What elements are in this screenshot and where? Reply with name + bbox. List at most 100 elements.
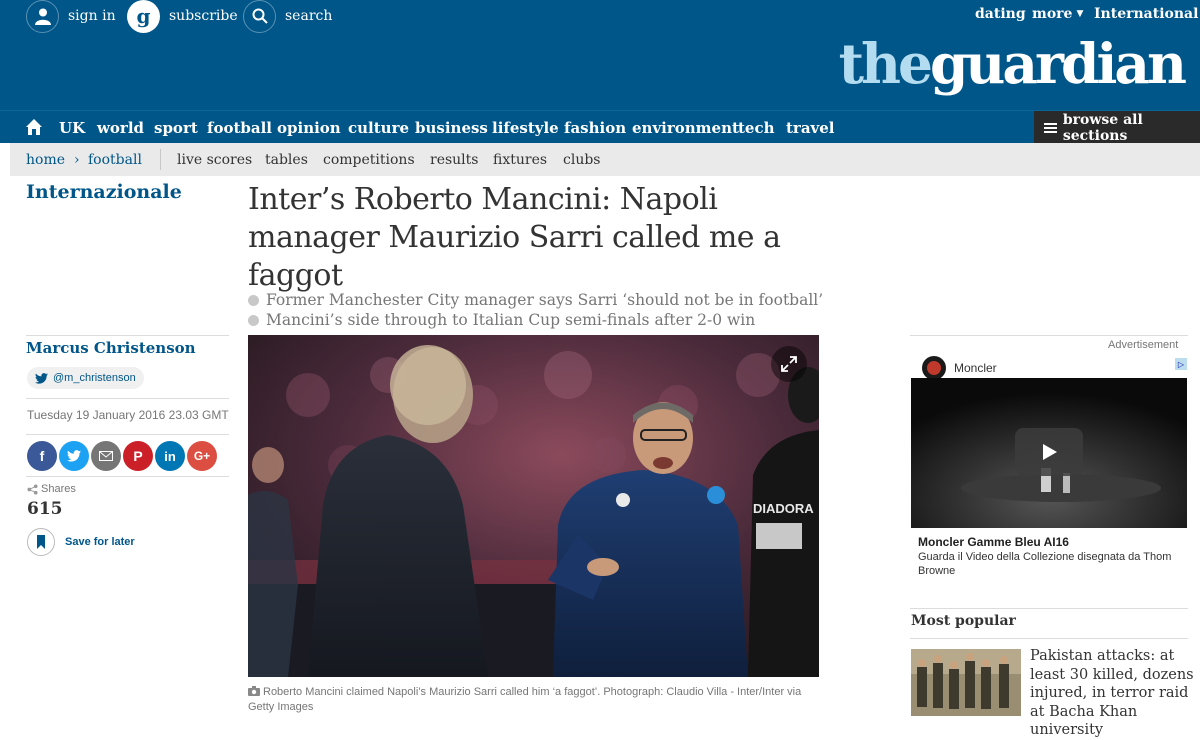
subnav-clubs[interactable]: clubs: [563, 152, 600, 168]
nav-item-opinion[interactable]: opinion: [277, 119, 341, 137]
divider: [26, 335, 229, 336]
share-icon: [27, 483, 38, 495]
nav-item-sport[interactable]: sport: [154, 119, 198, 137]
standfirst-item: Mancini’s side through to Italian Cup se…: [248, 311, 848, 329]
play-icon: [1043, 444, 1057, 460]
guardian-g-icon: g: [127, 0, 160, 33]
divider: [910, 638, 1188, 639]
breadcrumb-home[interactable]: home: [26, 152, 65, 168]
main-nav: UK world sport football opinion culture …: [0, 110, 1200, 144]
caret-down-icon: ▼: [1076, 9, 1084, 19]
publish-date: Tuesday 19 January 2016 23.03 GMT: [27, 408, 229, 422]
advert-description: Guarda il Video della Collezione disegna…: [918, 551, 1172, 577]
save-for-later-button[interactable]: Save for later: [27, 528, 135, 556]
expand-icon: [781, 356, 797, 372]
most-popular-item[interactable]: Pakistan attacks: at least 30 killed, do…: [1030, 647, 1195, 740]
nav-item-culture[interactable]: culture: [348, 119, 409, 137]
edition-label: International: [1094, 6, 1199, 22]
email-icon: [99, 451, 113, 461]
edition-menu[interactable]: International▼: [1094, 6, 1200, 22]
advert-header[interactable]: Moncler: [910, 354, 1188, 382]
sign-in-link[interactable]: sign in: [26, 0, 116, 33]
twitter-handle-link[interactable]: @m_christenson: [27, 367, 144, 389]
expand-image-button[interactable]: [771, 346, 807, 382]
googleplus-icon: G+: [193, 449, 211, 463]
nav-item-football[interactable]: football: [207, 119, 272, 137]
caption-text: Roberto Mancini claimed Napoli’s Maurizi…: [248, 686, 802, 713]
nav-item-fashion[interactable]: fashion: [564, 119, 626, 137]
logo-the: the: [838, 31, 933, 96]
facebook-icon: f: [39, 448, 45, 464]
nav-item-tech[interactable]: tech: [738, 119, 775, 137]
nav-item-lifestyle[interactable]: lifestyle: [492, 119, 559, 137]
linkedin-share-button[interactable]: in: [155, 441, 185, 471]
camera-icon: [248, 686, 260, 696]
nav-item-uk[interactable]: UK: [59, 119, 85, 137]
subnav: home › football live scores tables compe…: [10, 143, 1200, 176]
search-icon: [243, 0, 276, 33]
bookmark-icon: [27, 528, 55, 556]
save-for-later-label: Save for later: [65, 536, 135, 548]
home-icon[interactable]: [24, 117, 44, 137]
most-popular-thumbnail[interactable]: [911, 649, 1021, 716]
facebook-share-button[interactable]: f: [27, 441, 57, 471]
subscribe-link[interactable]: g subscribe: [127, 0, 238, 33]
subnav-results[interactable]: results: [430, 152, 478, 168]
divider: [910, 608, 1188, 609]
section-kicker[interactable]: Internazionale: [26, 181, 182, 203]
main-photo[interactable]: DIADORA: [248, 335, 819, 677]
logo-guardian: guardian: [929, 31, 1187, 96]
advert-brand: Moncler: [954, 361, 997, 375]
linkedin-icon: in: [164, 448, 176, 464]
subnav-fixtures[interactable]: fixtures: [493, 152, 547, 168]
guardian-logo[interactable]: theguardian: [839, 36, 1187, 91]
twitter-icon: [67, 450, 81, 462]
shares-count: 615: [27, 499, 63, 519]
subnav-tables[interactable]: tables: [265, 152, 308, 168]
nav-item-world[interactable]: world: [97, 119, 144, 137]
browse-label: browse all sections: [1062, 111, 1143, 144]
nav-item-travel[interactable]: travel: [786, 119, 835, 137]
more-label: more: [1032, 6, 1073, 22]
search-label: search: [285, 8, 333, 24]
photo-caption: Roberto Mancini claimed Napoli’s Maurizi…: [248, 685, 828, 715]
subscribe-label: subscribe: [169, 8, 238, 24]
browse-all-sections-button[interactable]: browse all sections: [1034, 111, 1200, 144]
author-name[interactable]: Marcus Christenson: [26, 339, 196, 357]
standfirst-text: Former Manchester City manager says Sarr…: [266, 291, 824, 309]
bullet-icon: [248, 314, 259, 326]
hamburger-icon: [1044, 121, 1057, 135]
article-headline: Inter’s Roberto Mancini: Napoli manager …: [248, 182, 781, 293]
nav-item-business[interactable]: business: [415, 119, 488, 137]
advert-title[interactable]: Moncler Gamme Bleu AI16: [918, 535, 1069, 549]
play-button[interactable]: [1015, 428, 1083, 476]
shares-label: Shares: [27, 483, 76, 495]
most-popular-heading: Most popular: [911, 613, 1016, 629]
divider: [26, 434, 229, 435]
pinterest-share-button[interactable]: P: [123, 441, 153, 471]
twitter-bird-icon: [35, 372, 48, 384]
email-share-button[interactable]: [91, 441, 121, 471]
breadcrumb-separator: ›: [74, 152, 80, 168]
search-link[interactable]: search: [243, 0, 333, 33]
standfirst-item: Former Manchester City manager says Sarr…: [248, 291, 848, 309]
dating-link[interactable]: dating: [975, 6, 1026, 22]
divider: [26, 476, 229, 477]
breadcrumb-football[interactable]: football: [88, 152, 142, 168]
subnav-competitions[interactable]: competitions: [323, 152, 415, 168]
sign-in-label: sign in: [68, 8, 116, 24]
twitter-share-button[interactable]: [59, 441, 89, 471]
subnav-live-scores[interactable]: live scores: [177, 152, 252, 168]
adchoices-icon[interactable]: ▷: [1175, 358, 1187, 370]
divider: [26, 398, 229, 399]
shares-text: Shares: [41, 483, 76, 495]
googleplus-share-button[interactable]: G+: [187, 441, 217, 471]
standfirst-text: Mancini’s side through to Italian Cup se…: [266, 311, 756, 329]
pinterest-icon: P: [133, 448, 143, 464]
twitter-handle: @m_christenson: [53, 372, 136, 384]
nav-item-environment[interactable]: environment: [632, 119, 739, 137]
bullet-icon: [248, 294, 259, 306]
advertisement-label: Advertisement: [1108, 339, 1179, 351]
subnav-divider: [160, 149, 161, 170]
more-menu[interactable]: more ▼: [1032, 6, 1083, 22]
